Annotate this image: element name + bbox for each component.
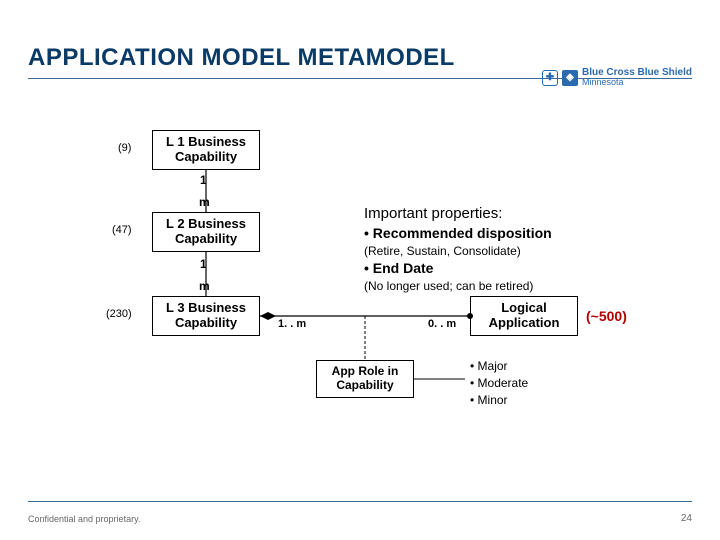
card-l3-right: 1. . m [278, 318, 306, 330]
page-number: 24 [681, 513, 692, 524]
brand-logo: ✚ ◈ Blue Cross Blue Shield Minnesota [542, 68, 692, 87]
role-major: • Major [470, 358, 528, 375]
brand-text: Blue Cross Blue Shield Minnesota [582, 68, 692, 87]
box-l1-capability: L 1 Business Capability [152, 130, 260, 170]
card-l3-top: m [199, 279, 210, 293]
box-app-role: App Role in Capability [316, 360, 414, 398]
card-l1-bottom: 1 [200, 173, 207, 187]
role-minor: • Minor [470, 392, 528, 409]
properties-item2: • End Date [364, 259, 552, 278]
shield-icon: ◈ [562, 70, 578, 86]
properties-block: Important properties: • Recommended disp… [364, 204, 552, 294]
card-l2-top: m [199, 195, 210, 209]
confidential-text: Confidential and proprietary. [28, 514, 140, 524]
properties-heading: Important properties: [364, 204, 552, 224]
brand-line2: Blue Shield [638, 67, 692, 78]
card-app-left: 0. . m [428, 318, 456, 330]
role-moderate: • Moderate [470, 375, 528, 392]
l2-count: (47) [112, 224, 132, 236]
l3-count: (230) [106, 308, 132, 320]
footer-divider [28, 501, 692, 502]
logical-app-count: (~500) [586, 308, 627, 324]
card-l2-bottom: 1 [200, 257, 207, 271]
diagram-stage: (9) L 1 Business Capability 1 m (47) L 2… [0, 100, 720, 480]
box-logical-application: Logical Application [470, 296, 578, 336]
properties-item1: • Recommended disposition [364, 224, 552, 243]
box-l2-capability: L 2 Business Capability [152, 212, 260, 252]
properties-item1-sub: (Retire, Sustain, Consolidate) [364, 243, 552, 259]
role-level-list: • Major • Moderate • Minor [470, 358, 528, 408]
cross-icon: ✚ [542, 70, 558, 86]
properties-item2-sub: (No longer used; can be retired) [364, 278, 552, 294]
brand-region: Minnesota [582, 78, 692, 87]
box-l3-capability: L 3 Business Capability [152, 296, 260, 336]
l1-count: (9) [118, 142, 131, 154]
page-title: APPLICATION MODEL METAMODEL [28, 44, 455, 72]
